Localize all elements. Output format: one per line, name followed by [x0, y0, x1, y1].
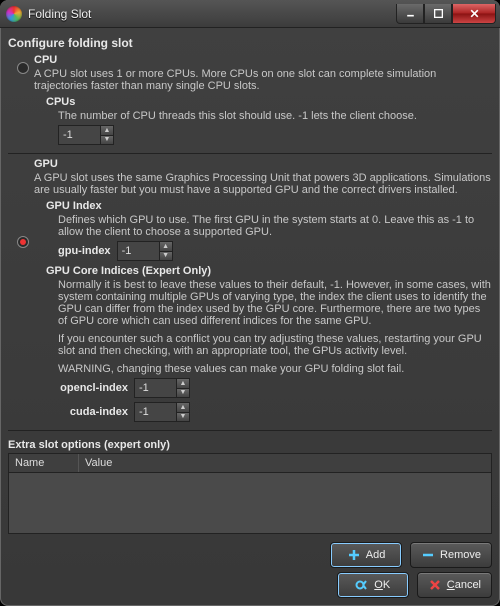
cpu-title: CPU	[34, 54, 492, 66]
extra-options-table: Name Value	[8, 453, 492, 534]
divider	[8, 153, 492, 154]
plus-icon	[347, 548, 361, 562]
cpu-section: CPU A CPU slot uses 1 or more CPUs. More…	[8, 54, 492, 149]
gpu-core-p1: Normally it is best to leave these value…	[58, 279, 492, 327]
cpus-spin-down[interactable]: ▼	[100, 135, 114, 146]
cpus-input[interactable]	[58, 125, 100, 145]
window-controls	[396, 4, 496, 24]
gpu-index-spin-down[interactable]: ▼	[159, 251, 173, 262]
gpu-core-title: GPU Core Indices (Expert Only)	[46, 265, 492, 277]
gpu-index-spinner[interactable]: ▲ ▼	[117, 241, 173, 261]
window-title: Folding Slot	[28, 7, 396, 21]
cpus-spin-up[interactable]: ▲	[100, 125, 114, 135]
divider	[8, 430, 492, 431]
cpus-title: CPUs	[46, 96, 492, 108]
table-buttons: Add Remove	[8, 542, 492, 568]
dialog-heading: Configure folding slot	[8, 36, 492, 50]
col-value: Value	[79, 454, 491, 472]
cancel-button[interactable]: Cancel	[417, 572, 492, 598]
gpu-section: GPU A GPU slot uses the same Graphics Pr…	[8, 158, 492, 426]
cuda-label: cuda-index	[58, 406, 128, 418]
gpu-radio[interactable]	[17, 236, 29, 248]
gpu-title: GPU	[34, 158, 492, 170]
cancel-label: Cancel	[447, 579, 481, 591]
add-button[interactable]: Add	[330, 542, 402, 568]
cpus-spinner[interactable]: ▲ ▼	[58, 125, 114, 145]
ok-button[interactable]: OK	[337, 572, 409, 598]
cuda-spin-up[interactable]: ▲	[176, 402, 190, 412]
cancel-icon	[428, 578, 442, 592]
remove-label: Remove	[440, 549, 481, 561]
gpu-desc: A GPU slot uses the same Graphics Proces…	[34, 172, 492, 196]
cuda-spinner[interactable]: ▲ ▼	[134, 402, 190, 422]
cpu-radio[interactable]	[17, 62, 29, 74]
table-body[interactable]	[9, 473, 491, 533]
app-icon	[6, 6, 22, 22]
maximize-button[interactable]	[424, 4, 452, 24]
gpu-index-input[interactable]	[117, 241, 159, 261]
radio-cell-gpu	[12, 158, 34, 248]
extra-title: Extra slot options (expert only)	[8, 439, 492, 451]
gpu-index-label: gpu-index	[58, 245, 111, 257]
cuda-spin-down[interactable]: ▼	[176, 412, 190, 423]
gpu-core-p2: If you encounter such a conflict you can…	[58, 333, 492, 357]
gpu-index-spin-up[interactable]: ▲	[159, 241, 173, 251]
title-bar: Folding Slot	[0, 0, 500, 28]
opencl-input[interactable]	[134, 378, 176, 398]
ok-label: OK	[374, 579, 390, 591]
add-label: Add	[366, 549, 386, 561]
ok-icon	[355, 578, 369, 592]
opencl-label: opencl-index	[58, 382, 128, 394]
dialog-body: Configure folding slot CPU A CPU slot us…	[0, 28, 500, 606]
minimize-button[interactable]	[396, 4, 424, 24]
window: Folding Slot Configure folding slot CPU	[0, 0, 500, 606]
gpu-core-p3: WARNING, changing these values can make …	[58, 363, 492, 375]
remove-button[interactable]: Remove	[410, 542, 492, 568]
radio-cell-cpu	[12, 54, 34, 74]
cuda-input[interactable]	[134, 402, 176, 422]
cpus-desc: The number of CPU threads this slot shou…	[58, 110, 492, 122]
opencl-spin-down[interactable]: ▼	[176, 388, 190, 399]
minus-icon	[421, 548, 435, 562]
gpu-index-title: GPU Index	[46, 200, 492, 212]
opencl-spin-up[interactable]: ▲	[176, 378, 190, 388]
opencl-spinner[interactable]: ▲ ▼	[134, 378, 190, 398]
gpu-index-desc: Defines which GPU to use. The first GPU …	[58, 214, 492, 238]
cpu-desc: A CPU slot uses 1 or more CPUs. More CPU…	[34, 68, 492, 92]
dialog-buttons: OK Cancel	[8, 572, 492, 598]
col-name: Name	[9, 454, 79, 472]
table-header-row: Name Value	[9, 454, 491, 473]
close-button[interactable]	[452, 4, 496, 24]
